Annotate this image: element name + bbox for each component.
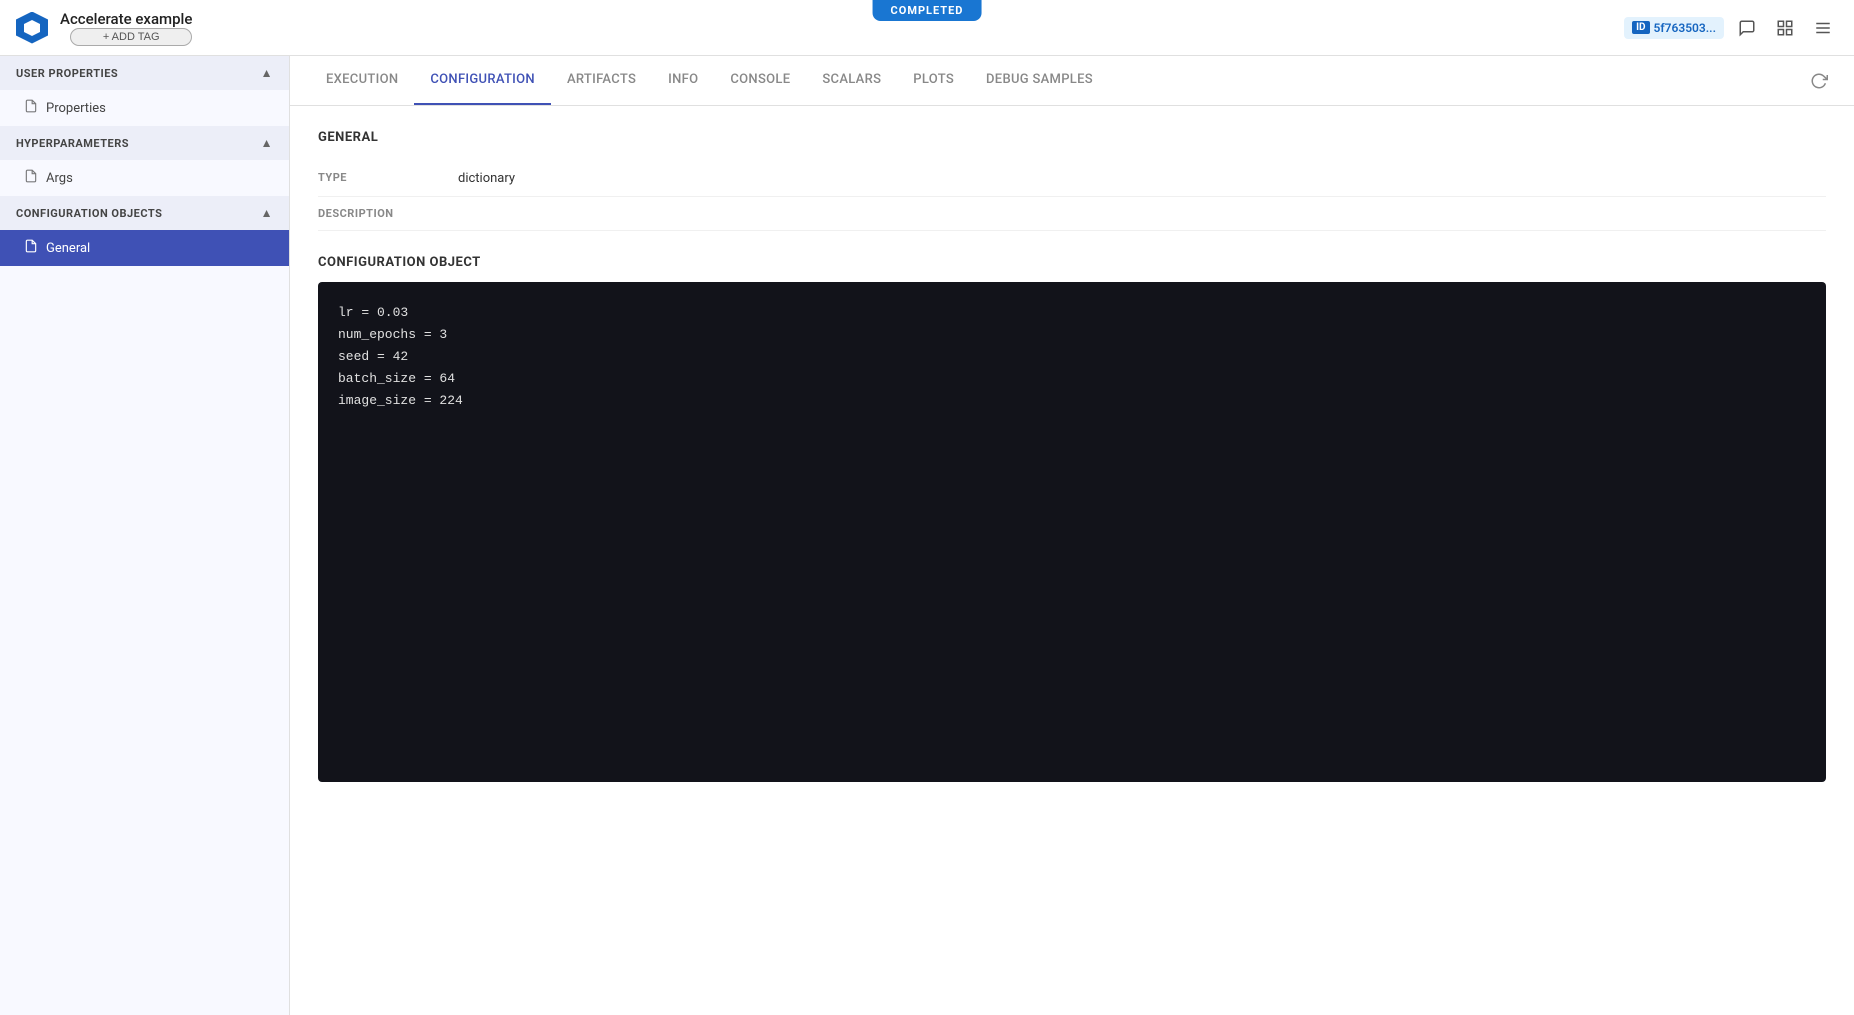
tab-execution[interactable]: EXECUTION xyxy=(310,56,414,105)
code-line: lr = 0.03 xyxy=(338,302,1806,324)
sidebar-item-general[interactable]: General xyxy=(0,230,289,266)
field-row-type: TYPE dictionary xyxy=(318,161,1826,197)
content-area: EXECUTION CONFIGURATION ARTIFACTS INFO C… xyxy=(290,56,1854,1015)
add-tag-button[interactable]: + ADD TAG xyxy=(70,28,192,46)
sidebar-section-user-properties[interactable]: USER PROPERTIES ▲ xyxy=(0,56,289,90)
id-badge: ID 5f763503... xyxy=(1624,17,1724,39)
sidebar-item-properties[interactable]: Properties xyxy=(0,90,289,126)
comment-button[interactable] xyxy=(1732,13,1762,43)
document-icon-3 xyxy=(24,239,38,257)
chevron-up-icon-2: ▲ xyxy=(261,136,273,150)
app-logo xyxy=(16,12,48,44)
code-line: batch_size = 64 xyxy=(338,368,1806,390)
field-label-type: TYPE xyxy=(318,171,458,184)
document-icon-2 xyxy=(24,169,38,187)
tabs-right xyxy=(1804,66,1834,96)
tab-info[interactable]: INFO xyxy=(652,56,714,105)
field-row-description: DESCRIPTION xyxy=(318,197,1826,231)
sidebar-section-hyperparameters[interactable]: HYPERPARAMETERS ▲ xyxy=(0,126,289,160)
menu-button[interactable] xyxy=(1808,13,1838,43)
code-line: num_epochs = 3 xyxy=(338,324,1806,346)
sidebar-item-args[interactable]: Args xyxy=(0,160,289,196)
field-label-description: DESCRIPTION xyxy=(318,207,458,220)
tab-artifacts[interactable]: ARTIFACTS xyxy=(551,56,652,105)
document-icon xyxy=(24,99,38,117)
chevron-up-icon-3: ▲ xyxy=(261,206,273,220)
code-block: lr = 0.03num_epochs = 3seed = 42batch_si… xyxy=(318,282,1826,782)
chevron-up-icon: ▲ xyxy=(261,66,273,80)
tab-configuration[interactable]: CONFIGURATION xyxy=(414,56,551,105)
sidebar: USER PROPERTIES ▲ Properties HYPERPARAME… xyxy=(0,56,290,1015)
top-bar: Accelerate example + ADD TAG COMPLETED I… xyxy=(0,0,1854,56)
tab-scalars[interactable]: SCALARS xyxy=(806,56,897,105)
sidebar-section-user-properties-items: Properties xyxy=(0,90,289,126)
code-line: image_size = 224 xyxy=(338,390,1806,412)
sidebar-section-configuration-objects-items: General xyxy=(0,230,289,266)
config-object-title: CONFIGURATION OBJECT xyxy=(318,255,1826,270)
layout-button[interactable] xyxy=(1770,13,1800,43)
sidebar-section-hyperparameters-items: Args xyxy=(0,160,289,196)
id-value: 5f763503... xyxy=(1654,21,1716,35)
completed-badge: COMPLETED xyxy=(873,0,982,21)
general-section-title: GENERAL xyxy=(318,130,1826,145)
tab-console[interactable]: CONSOLE xyxy=(714,56,806,105)
app-title: Accelerate example xyxy=(60,10,192,28)
tabs-bar: EXECUTION CONFIGURATION ARTIFACTS INFO C… xyxy=(290,56,1854,106)
tab-debug-samples[interactable]: DEBUG SAMPLES xyxy=(970,56,1109,105)
sidebar-section-configuration-objects[interactable]: CONFIGURATION OBJECTS ▲ xyxy=(0,196,289,230)
refresh-button[interactable] xyxy=(1804,66,1834,96)
code-line: seed = 42 xyxy=(338,346,1806,368)
main-layout: USER PROPERTIES ▲ Properties HYPERPARAME… xyxy=(0,56,1854,1015)
id-label: ID xyxy=(1632,21,1649,34)
top-bar-right: ID 5f763503... xyxy=(1624,13,1838,43)
tab-plots[interactable]: PLOTS xyxy=(897,56,970,105)
field-value-type: dictionary xyxy=(458,171,515,186)
content-body: GENERAL TYPE dictionary DESCRIPTION CONF… xyxy=(290,106,1854,1015)
